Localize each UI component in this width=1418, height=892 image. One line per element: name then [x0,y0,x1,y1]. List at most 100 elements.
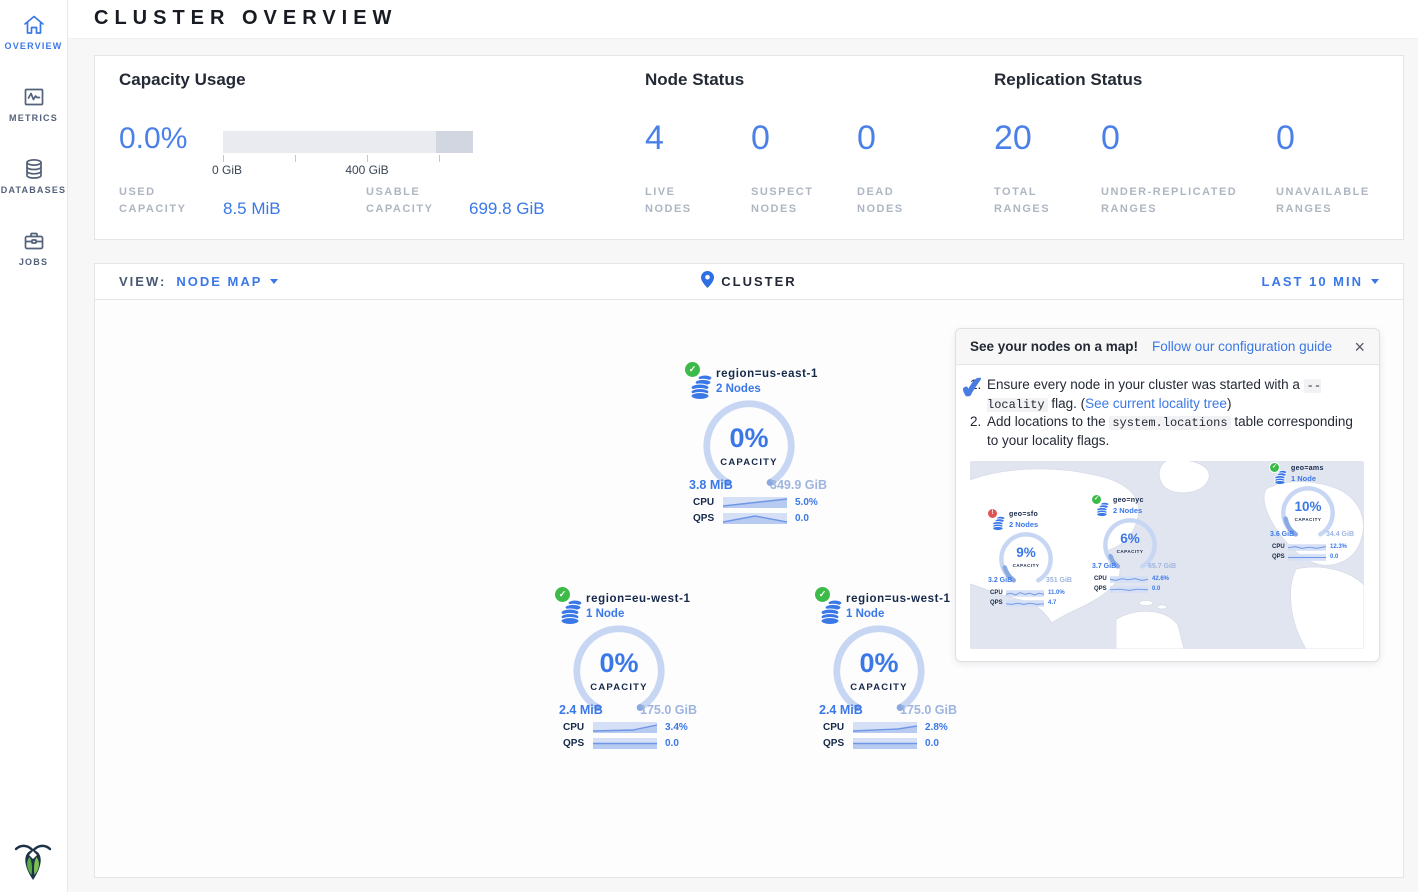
capacity-values: 3.8 MiB 349.9 GiB [689,478,827,492]
sidebar-item-metrics[interactable]: METRICS [0,85,67,123]
qps-metric-row: QPS 0.0 [693,512,843,524]
node-status-title: Node Status [645,70,744,90]
used-capacity-label: USED CAPACITY [119,184,186,218]
cpu-sparkline [1006,590,1044,597]
qps-sparkline [1288,554,1326,561]
cpu-sparkline [723,497,787,508]
configuration-guide-link[interactable]: Follow our configuration guide [1152,339,1332,354]
qps-metric-row: QPS 0.0 [1094,585,1180,593]
locality-nodes-label: 1 Node [1291,474,1316,483]
chevron-down-icon [1371,279,1379,284]
locality-us-east-1: ✓ region=us-east-1 2 Nodes 0% CAPACITY 3… [683,362,853,524]
usable-capacity-label: USABLE CAPACITY [366,184,433,218]
minimap-locality-nyc: ✓ geo=nyc 2 Nodes 6% CAPACITY 3.7 GiB 65… [1092,495,1184,607]
unavailable-ranges-count: 0 [1276,119,1295,158]
suspect-nodes-count: 0 [751,119,770,158]
cpu-sparkline [853,722,917,733]
live-nodes-label: LIVENODES [645,184,692,218]
qps-metric-row: QPS 0.0 [1272,553,1358,561]
cpu-metric-row: CPU 3.4% [563,721,713,733]
locality-name: region=us-east-1 [716,368,818,380]
under-replicated-ranges-count: 0 [1101,119,1120,158]
capacity-values: 3.7 GiB 65.7 GiB [1092,563,1176,570]
total-ranges-count: 20 [994,119,1032,158]
sidebar: OVERVIEW METRICS DATABASES [0,0,68,892]
used-capacity-value: 8.5 MiB [223,199,281,219]
map-pin-icon [701,271,714,293]
capacity-values: 2.4 MiB 175.0 GiB [819,703,957,717]
capacity-axis-label: 0 GiB [212,163,242,177]
capacity-label: CAPACITY [701,457,797,468]
tooltip-step-2: 2. Add locations to the system.locations… [970,413,1365,450]
capacity-bar-nonusable-segment [436,131,473,153]
cpu-sparkline [1110,576,1148,583]
capacity-used-percent: 0.0% [119,122,187,156]
capacity-axis-tick [223,155,224,162]
capacity-label: CAPACITY [998,563,1054,568]
locality-eu-west-1: ✓ region=eu-west-1 1 Node 0% CAPACITY 2.… [553,587,723,749]
capacity-label: CAPACITY [831,682,927,693]
view-bar: VIEW: NODE MAP CLUSTER LAST 10 MIN [94,263,1404,300]
locality-nodes-link[interactable]: 2 Nodes [716,383,761,395]
main-content: CLUSTER OVERVIEW Capacity Usage 0.0% 0 G… [68,0,1418,892]
view-selector-dropdown[interactable]: NODE MAP [176,274,278,289]
tooltip-body: ✔ 1. Ensure every node in your cluster w… [956,365,1379,451]
replication-status-title: Replication Status [994,70,1142,90]
capacity-values: 3.2 GiB 351 GiB [988,577,1072,584]
locality-name: geo=ams [1291,465,1324,472]
node-map-setup-tooltip: See your nodes on a map! Follow our conf… [955,328,1380,662]
qps-sparkline [1110,586,1148,593]
breadcrumb-cluster: CLUSTER [721,274,796,289]
sidebar-item-jobs[interactable]: JOBS [0,229,67,267]
capacity-percent: 0% [831,648,927,679]
qps-metric-row: QPS 4.7 [990,599,1076,607]
capacity-values: 3.6 GiB 34.4 GiB [1270,531,1354,538]
dead-nodes-count: 0 [857,119,876,158]
capacity-label: CAPACITY [1280,517,1336,522]
locality-nodes-link[interactable]: 1 Node [846,608,884,620]
minimap-locality-sfo: ! geo=sfo 2 Nodes 9% CAPACITY 3.2 GiB 35… [988,509,1080,621]
locality-name: region=eu-west-1 [586,593,691,605]
time-range-dropdown[interactable]: LAST 10 MIN [1262,274,1379,289]
sidebar-item-overview[interactable]: OVERVIEW [0,13,67,51]
locality-nodes-label: 2 Nodes [1009,520,1038,529]
cpu-metric-row: CPU 5.0% [693,496,843,508]
cluster-summary-panel: Capacity Usage 0.0% 0 GiB 400 GiB USED C… [94,55,1404,240]
capacity-label: CAPACITY [1102,549,1158,554]
page-header: CLUSTER OVERVIEW [68,0,1418,39]
chevron-down-icon [270,279,278,284]
page-title: CLUSTER OVERVIEW [94,7,397,30]
metrics-icon [22,85,46,109]
cpu-metric-row: CPU 2.8% [823,721,973,733]
breadcrumb[interactable]: CLUSTER [701,271,796,293]
qps-metric-row: QPS 0.0 [823,737,973,749]
locality-nodes-link[interactable]: 1 Node [586,608,624,620]
locality-nodes-label: 2 Nodes [1113,506,1142,515]
cpu-metric-row: CPU 11.0% [990,589,1076,597]
qps-sparkline [1006,600,1044,607]
capacity-values: 2.4 MiB 175.0 GiB [559,703,697,717]
tooltip-header: See your nodes on a map! Follow our conf… [956,329,1379,365]
tooltip-step-1: 1. Ensure every node in your cluster was… [970,376,1365,413]
capacity-percent: 0% [701,423,797,454]
locality-name: geo=sfo [1009,511,1038,518]
view-label: VIEW: [119,274,166,289]
capacity-percent: 6% [1102,531,1158,546]
cpu-metric-row: CPU 42.6% [1094,575,1180,583]
dead-nodes-label: DEADNODES [857,184,904,218]
total-ranges-label: TOTALRANGES [994,184,1050,218]
capacity-axis-tick [439,155,440,162]
locality-tree-link[interactable]: See current locality tree [1085,396,1227,411]
live-nodes-count: 4 [645,119,664,158]
qps-sparkline [593,738,657,749]
cpu-metric-row: CPU 12.3% [1272,543,1358,551]
home-icon [22,13,46,37]
locality-name: region=us-west-1 [846,593,951,605]
close-icon[interactable]: × [1354,338,1365,356]
capacity-axis-tick [367,155,368,162]
qps-sparkline [723,513,787,524]
qps-sparkline [853,738,917,749]
sidebar-item-databases[interactable]: DATABASES [0,157,67,195]
capacity-axis-label: 400 GiB [345,163,388,177]
sidebar-item-label: DATABASES [0,185,67,195]
